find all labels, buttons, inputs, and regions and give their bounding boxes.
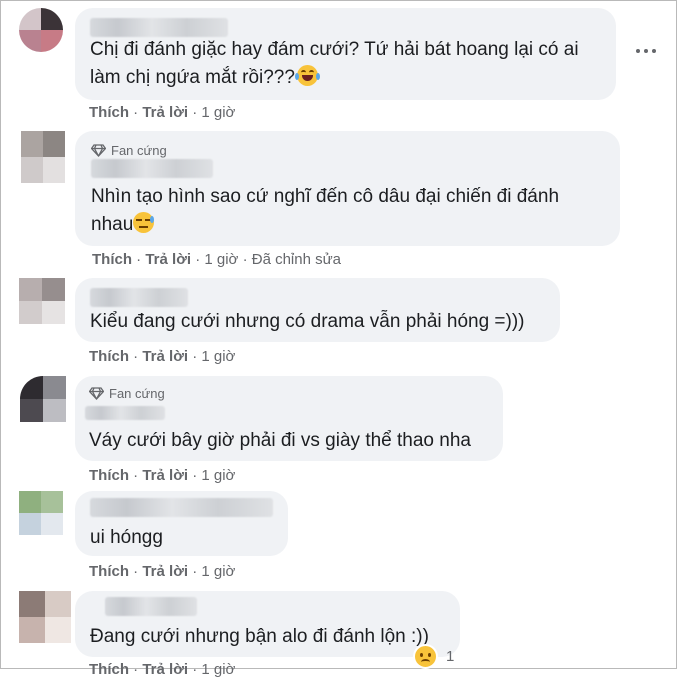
top-fan-badge[interactable]: Fan cứng [91,143,167,158]
reaction-count: 1 [446,648,455,665]
like-button[interactable]: Thích [89,348,129,365]
comment-text: Kiểu đang cưới nhưng có drama vẫn phải h… [90,311,525,332]
avatar[interactable] [19,8,63,52]
reply-button[interactable]: Trả lời [142,563,188,580]
commenter-name-blurred[interactable] [105,597,197,616]
timestamp[interactable]: 1 giờ [201,348,235,365]
commenter-name-blurred[interactable] [90,498,273,517]
comment-bubble: Fan cứng Nhìn tạo hình sao cứ nghĩ đến c… [75,131,620,246]
tears-of-joy-emoji [294,65,320,86]
unamused-face-emoji [133,212,155,233]
reply-button[interactable]: Trả lời [142,661,188,678]
comment-text: ui hóngg [90,527,163,548]
comment-bubble: Kiểu đang cưới nhưng có drama vẫn phải h… [75,278,560,342]
reply-button[interactable]: Trả lời [142,348,188,365]
comment-text: Chị đi đánh giặc hay đám cưới? Tứ hải bá… [90,39,579,60]
avatar[interactable] [21,131,66,183]
avatar[interactable] [19,491,63,535]
commenter-name-blurred[interactable] [90,288,188,307]
comment-actions: Thích · Trả lời · 1 giờ · Đã chỉnh sửa [92,251,342,268]
reply-button[interactable]: Trả lời [142,104,188,121]
more-options-icon[interactable] [636,46,658,56]
timestamp[interactable]: 1 giờ [201,563,235,580]
commenter-name-blurred[interactable] [85,406,165,420]
sad-face-reaction-icon [413,644,438,669]
like-button[interactable]: Thích [89,661,129,678]
commenter-name-blurred[interactable] [90,18,228,37]
top-fan-badge[interactable]: Fan cứng [89,386,165,401]
comment-actions: Thích · Trả lời · 1 giờ [89,661,236,678]
reaction-summary[interactable]: 1 [413,644,454,669]
comment-bubble: ui hóngg [75,491,288,556]
like-button[interactable]: Thích [89,467,129,484]
comment-text: Váy cưới bây giờ phải đi vs giày thể tha… [89,430,471,451]
like-button[interactable]: Thích [92,251,132,268]
avatar[interactable] [20,376,66,422]
timestamp[interactable]: 1 giờ [204,251,238,268]
avatar[interactable] [19,591,71,643]
edited-label[interactable]: Đã chỉnh sửa [252,251,341,268]
comment-actions: Thích · Trả lời · 1 giờ [89,348,236,365]
comment-text: Nhìn tạo hình sao cứ nghĩ đến cô dâu đại… [91,186,560,207]
diamond-icon [89,387,104,400]
commenter-name-blurred[interactable] [91,159,213,178]
like-button[interactable]: Thích [89,104,129,121]
comment-text: làm chị ngứa mắt rồi??? [90,64,320,92]
comment-actions: Thích · Trả lời · 1 giờ [89,563,236,580]
reply-button[interactable]: Trả lời [142,467,188,484]
comment-bubble: Chị đi đánh giặc hay đám cưới? Tứ hải bá… [75,8,616,100]
comment-bubble: Fan cứng Váy cưới bây giờ phải đi vs già… [75,376,503,461]
diamond-icon [91,144,106,157]
avatar[interactable] [19,278,65,324]
comment-bubble: Đang cưới nhưng bận alo đi đánh lộn :)) [75,591,460,657]
comment-text: Đang cưới nhưng bận alo đi đánh lộn :)) [90,626,429,647]
timestamp[interactable]: 1 giờ [201,467,235,484]
reply-button[interactable]: Trả lời [145,251,191,268]
comment-actions: Thích · Trả lời · 1 giờ [89,467,236,484]
comment-actions: Thích · Trả lời · 1 giờ [89,104,236,121]
timestamp[interactable]: 1 giờ [201,104,235,121]
timestamp[interactable]: 1 giờ [201,661,235,678]
comment-text: nhau [91,211,155,239]
like-button[interactable]: Thích [89,563,129,580]
